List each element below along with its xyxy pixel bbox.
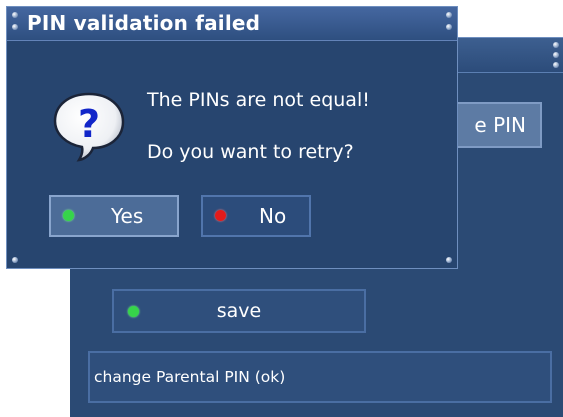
dialog-title: PIN validation failed — [27, 11, 261, 35]
question-mark-speech-bubble-icon: ? — [53, 92, 125, 162]
green-key-icon — [63, 210, 74, 221]
status-text: change Parental PIN (ok) — [94, 368, 286, 386]
status-field: change Parental PIN (ok) — [88, 351, 552, 403]
save-button[interactable]: save — [112, 289, 366, 333]
change-pin-button-label: e PIN — [474, 113, 526, 137]
message-line-1: The PINs are not equal! — [147, 89, 370, 111]
change-pin-button[interactable]: e PIN — [454, 102, 542, 148]
yes-button[interactable]: Yes — [49, 195, 179, 237]
rivet-icon — [446, 257, 452, 263]
rivet-icon — [12, 257, 18, 263]
red-key-icon — [215, 210, 226, 221]
rivet-icon — [12, 12, 18, 18]
rivet-icon — [553, 62, 559, 68]
svg-text:?: ? — [78, 102, 100, 146]
yes-button-label: Yes — [111, 204, 144, 228]
rivet-icon — [553, 42, 559, 48]
message-line-2: Do you want to retry? — [147, 141, 354, 163]
rivet-icon — [446, 24, 452, 30]
pin-validation-dialog: PIN validation failed ? The PINs are not… — [6, 6, 458, 269]
rivet-icon — [446, 12, 452, 18]
rivet-icon — [553, 52, 559, 58]
save-button-label: save — [216, 300, 262, 322]
dialog-titlebar: PIN validation failed — [7, 7, 457, 41]
no-button-label: No — [259, 204, 287, 228]
rivet-icon — [12, 24, 18, 30]
no-button[interactable]: No — [201, 195, 311, 237]
